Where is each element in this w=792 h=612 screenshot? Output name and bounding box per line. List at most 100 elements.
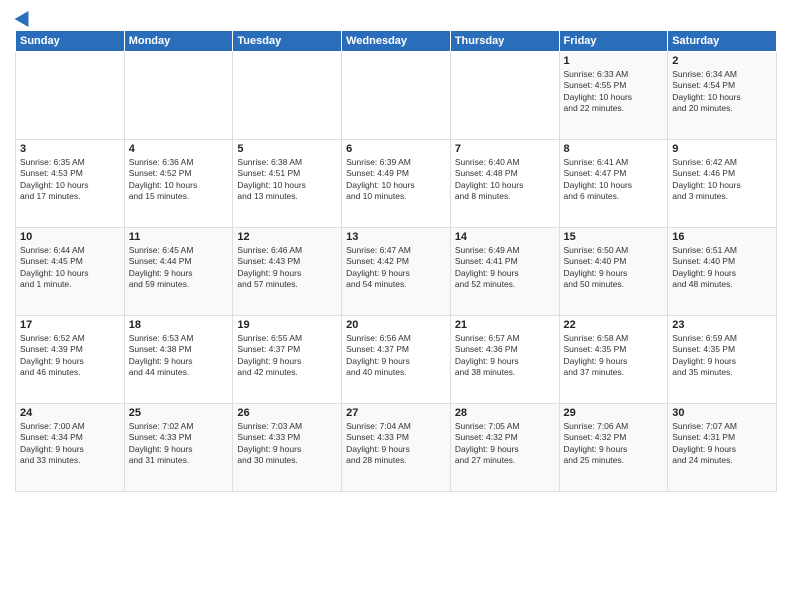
day-number: 5 bbox=[237, 143, 337, 155]
day-info: Sunrise: 6:38 AM Sunset: 4:51 PM Dayligh… bbox=[237, 157, 337, 203]
day-info: Sunrise: 6:36 AM Sunset: 4:52 PM Dayligh… bbox=[129, 157, 229, 203]
calendar-header-thursday: Thursday bbox=[450, 31, 559, 52]
day-info: Sunrise: 6:56 AM Sunset: 4:37 PM Dayligh… bbox=[346, 333, 446, 379]
calendar-cell: 20 Sunrise: 6:56 AM Sunset: 4:37 PM Dayli… bbox=[342, 316, 451, 404]
day-number: 29 bbox=[564, 407, 664, 419]
day-info: Sunrise: 6:58 AM Sunset: 4:35 PM Dayligh… bbox=[564, 333, 664, 379]
calendar-cell: 30Sunrise: 7:07 AM Sunset: 4:31 PM Dayli… bbox=[668, 404, 777, 492]
day-info: Sunrise: 7:00 AM Sunset: 4:34 PM Dayligh… bbox=[20, 421, 120, 467]
calendar-header-sunday: Sunday bbox=[16, 31, 125, 52]
day-info: Sunrise: 7:05 AM Sunset: 4:32 PM Dayligh… bbox=[455, 421, 555, 467]
day-info: Sunrise: 6:46 AM Sunset: 4:43 PM Dayligh… bbox=[237, 245, 337, 291]
calendar-cell: 24 Sunrise: 7:00 AM Sunset: 4:34 PM Dayli… bbox=[16, 404, 125, 492]
day-info: Sunrise: 6:39 AM Sunset: 4:49 PM Dayligh… bbox=[346, 157, 446, 203]
calendar-cell: 10 Sunrise: 6:44 AM Sunset: 4:45 PM Dayli… bbox=[16, 228, 125, 316]
calendar-week-2: 3 Sunrise: 6:35 AM Sunset: 4:53 PM Daylig… bbox=[16, 140, 777, 228]
calendar-cell bbox=[450, 52, 559, 140]
page-container: SundayMondayTuesdayWednesdayThursdayFrid… bbox=[0, 0, 792, 497]
day-number: 6 bbox=[346, 143, 446, 155]
calendar-cell: 2 Sunrise: 6:34 AM Sunset: 4:54 PM Daylig… bbox=[668, 52, 777, 140]
day-info: Sunrise: 6:49 AM Sunset: 4:41 PM Dayligh… bbox=[455, 245, 555, 291]
day-number: 15 bbox=[564, 231, 664, 243]
day-info: Sunrise: 6:41 AM Sunset: 4:47 PM Dayligh… bbox=[564, 157, 664, 203]
day-number: 11 bbox=[129, 231, 229, 243]
day-number: 19 bbox=[237, 319, 337, 331]
calendar-cell: 4 Sunrise: 6:36 AM Sunset: 4:52 PM Daylig… bbox=[124, 140, 233, 228]
calendar-cell: 21Sunrise: 6:57 AM Sunset: 4:36 PM Dayli… bbox=[450, 316, 559, 404]
calendar-cell: 23Sunrise: 6:59 AM Sunset: 4:35 PM Dayli… bbox=[668, 316, 777, 404]
day-info: Sunrise: 7:03 AM Sunset: 4:33 PM Dayligh… bbox=[237, 421, 337, 467]
day-info: Sunrise: 6:47 AM Sunset: 4:42 PM Dayligh… bbox=[346, 245, 446, 291]
calendar-cell: 27Sunrise: 7:04 AM Sunset: 4:33 PM Dayli… bbox=[342, 404, 451, 492]
day-info: Sunrise: 6:44 AM Sunset: 4:45 PM Dayligh… bbox=[20, 245, 120, 291]
day-info: Sunrise: 6:35 AM Sunset: 4:53 PM Dayligh… bbox=[20, 157, 120, 203]
day-number: 9 bbox=[672, 143, 772, 155]
calendar-header-saturday: Saturday bbox=[668, 31, 777, 52]
calendar-header-friday: Friday bbox=[559, 31, 668, 52]
day-info: Sunrise: 6:51 AM Sunset: 4:40 PM Dayligh… bbox=[672, 245, 772, 291]
calendar-cell: 28 Sunrise: 7:05 AM Sunset: 4:32 PM Dayli… bbox=[450, 404, 559, 492]
day-number: 10 bbox=[20, 231, 120, 243]
day-info: Sunrise: 6:34 AM Sunset: 4:54 PM Dayligh… bbox=[672, 69, 772, 115]
day-number: 3 bbox=[20, 143, 120, 155]
calendar-week-5: 24 Sunrise: 7:00 AM Sunset: 4:34 PM Dayli… bbox=[16, 404, 777, 492]
calendar-cell: 18 Sunrise: 6:53 AM Sunset: 4:38 PM Dayli… bbox=[124, 316, 233, 404]
calendar-cell: 29 Sunrise: 7:06 AM Sunset: 4:32 PM Dayli… bbox=[559, 404, 668, 492]
day-info: Sunrise: 7:02 AM Sunset: 4:33 PM Dayligh… bbox=[129, 421, 229, 467]
calendar-cell: 7Sunrise: 6:40 AM Sunset: 4:48 PM Daylig… bbox=[450, 140, 559, 228]
calendar-cell: 3 Sunrise: 6:35 AM Sunset: 4:53 PM Daylig… bbox=[16, 140, 125, 228]
calendar-cell: 19 Sunrise: 6:55 AM Sunset: 4:37 PM Dayli… bbox=[233, 316, 342, 404]
day-info: Sunrise: 7:07 AM Sunset: 4:31 PM Dayligh… bbox=[672, 421, 772, 467]
day-info: Sunrise: 6:53 AM Sunset: 4:38 PM Dayligh… bbox=[129, 333, 229, 379]
day-number: 14 bbox=[455, 231, 555, 243]
day-info: Sunrise: 6:59 AM Sunset: 4:35 PM Dayligh… bbox=[672, 333, 772, 379]
calendar-header-monday: Monday bbox=[124, 31, 233, 52]
calendar-header-row: SundayMondayTuesdayWednesdayThursdayFrid… bbox=[16, 31, 777, 52]
day-number: 16 bbox=[672, 231, 772, 243]
day-number: 8 bbox=[564, 143, 664, 155]
calendar-cell: 14 Sunrise: 6:49 AM Sunset: 4:41 PM Dayli… bbox=[450, 228, 559, 316]
calendar-week-4: 17Sunrise: 6:52 AM Sunset: 4:39 PM Dayli… bbox=[16, 316, 777, 404]
day-info: Sunrise: 6:52 AM Sunset: 4:39 PM Dayligh… bbox=[20, 333, 120, 379]
day-info: Sunrise: 6:33 AM Sunset: 4:55 PM Dayligh… bbox=[564, 69, 664, 115]
day-info: Sunrise: 6:55 AM Sunset: 4:37 PM Dayligh… bbox=[237, 333, 337, 379]
calendar-week-3: 10 Sunrise: 6:44 AM Sunset: 4:45 PM Dayli… bbox=[16, 228, 777, 316]
calendar-cell: 12 Sunrise: 6:46 AM Sunset: 4:43 PM Dayli… bbox=[233, 228, 342, 316]
calendar-cell: 8 Sunrise: 6:41 AM Sunset: 4:47 PM Daylig… bbox=[559, 140, 668, 228]
logo bbox=[15, 10, 33, 24]
day-number: 1 bbox=[564, 55, 664, 67]
day-number: 13 bbox=[346, 231, 446, 243]
calendar-cell: 25 Sunrise: 7:02 AM Sunset: 4:33 PM Dayli… bbox=[124, 404, 233, 492]
calendar-cell: 6 Sunrise: 6:39 AM Sunset: 4:49 PM Daylig… bbox=[342, 140, 451, 228]
day-info: Sunrise: 7:06 AM Sunset: 4:32 PM Dayligh… bbox=[564, 421, 664, 467]
calendar-cell: 16 Sunrise: 6:51 AM Sunset: 4:40 PM Dayli… bbox=[668, 228, 777, 316]
day-number: 25 bbox=[129, 407, 229, 419]
day-number: 4 bbox=[129, 143, 229, 155]
day-number: 24 bbox=[20, 407, 120, 419]
day-number: 28 bbox=[455, 407, 555, 419]
day-info: Sunrise: 6:50 AM Sunset: 4:40 PM Dayligh… bbox=[564, 245, 664, 291]
calendar-cell: 5 Sunrise: 6:38 AM Sunset: 4:51 PM Daylig… bbox=[233, 140, 342, 228]
day-number: 26 bbox=[237, 407, 337, 419]
day-number: 22 bbox=[564, 319, 664, 331]
day-info: Sunrise: 6:42 AM Sunset: 4:46 PM Dayligh… bbox=[672, 157, 772, 203]
calendar-cell bbox=[124, 52, 233, 140]
day-number: 7 bbox=[455, 143, 555, 155]
calendar-cell: 26 Sunrise: 7:03 AM Sunset: 4:33 PM Dayli… bbox=[233, 404, 342, 492]
day-info: Sunrise: 7:04 AM Sunset: 4:33 PM Dayligh… bbox=[346, 421, 446, 467]
calendar-cell: 1 Sunrise: 6:33 AM Sunset: 4:55 PM Daylig… bbox=[559, 52, 668, 140]
calendar-cell bbox=[342, 52, 451, 140]
calendar-cell: 17Sunrise: 6:52 AM Sunset: 4:39 PM Dayli… bbox=[16, 316, 125, 404]
day-number: 2 bbox=[672, 55, 772, 67]
calendar-cell: 11Sunrise: 6:45 AM Sunset: 4:44 PM Dayli… bbox=[124, 228, 233, 316]
day-number: 18 bbox=[129, 319, 229, 331]
calendar-week-1: 1 Sunrise: 6:33 AM Sunset: 4:55 PM Daylig… bbox=[16, 52, 777, 140]
logo-triangle-icon bbox=[15, 7, 36, 27]
calendar-cell: 22 Sunrise: 6:58 AM Sunset: 4:35 PM Dayli… bbox=[559, 316, 668, 404]
day-number: 12 bbox=[237, 231, 337, 243]
calendar-cell: 13 Sunrise: 6:47 AM Sunset: 4:42 PM Dayli… bbox=[342, 228, 451, 316]
day-info: Sunrise: 6:57 AM Sunset: 4:36 PM Dayligh… bbox=[455, 333, 555, 379]
calendar-cell: 15 Sunrise: 6:50 AM Sunset: 4:40 PM Dayli… bbox=[559, 228, 668, 316]
calendar-table: SundayMondayTuesdayWednesdayThursdayFrid… bbox=[15, 30, 777, 492]
day-number: 20 bbox=[346, 319, 446, 331]
